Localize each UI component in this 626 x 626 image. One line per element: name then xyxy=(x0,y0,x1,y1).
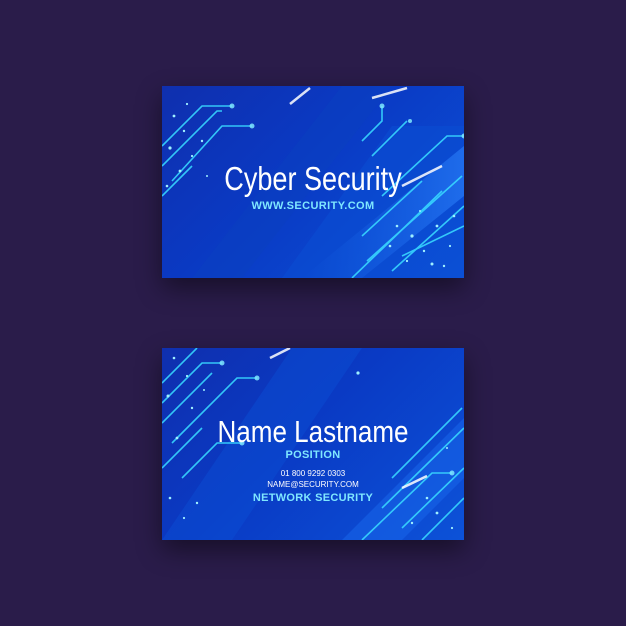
person-name: Name Lastname xyxy=(217,414,409,449)
card-title: Cyber Security xyxy=(224,160,402,197)
business-card-front: Cyber Security WWW.SECURITY.COM xyxy=(162,86,464,278)
company-name: NETWORK SECURITY xyxy=(252,492,374,504)
email-address: NAME@SECURITY.COM xyxy=(267,480,359,489)
website-url: WWW.SECURITY.COM xyxy=(251,200,375,212)
position-label: POSITION xyxy=(285,449,341,461)
business-card-back: Name Lastname POSITION 01 800 9292 0303 … xyxy=(162,348,464,540)
phone-number: 01 800 9292 0303 xyxy=(280,469,346,478)
